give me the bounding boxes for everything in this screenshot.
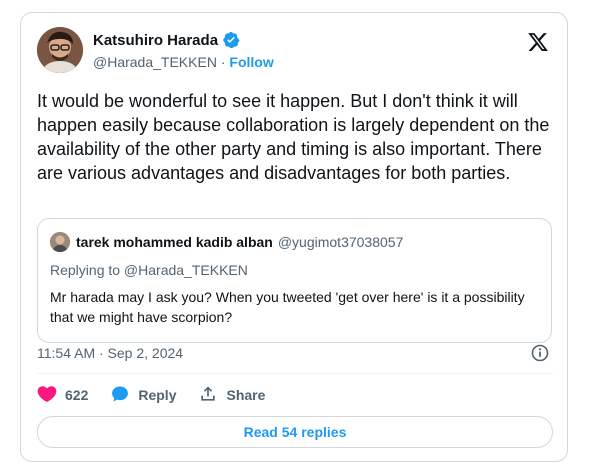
quoted-text: Mr harada may I ask you? When you tweete… <box>50 289 525 325</box>
tweet-timestamp[interactable]: 11:54 AM · Sep 2, 2024 <box>37 345 183 361</box>
reply-bubble-icon <box>110 384 138 407</box>
author-avatar[interactable] <box>37 27 83 73</box>
share-icon <box>198 384 226 407</box>
quoted-avatar <box>50 232 70 252</box>
read-replies-button[interactable]: Read 54 replies <box>37 416 553 448</box>
like-button[interactable]: 622 <box>37 384 88 407</box>
reply-label: Reply <box>138 387 177 403</box>
x-logo-icon[interactable] <box>527 31 551 55</box>
author-handle[interactable]: @Harada_TEKKEN <box>93 54 217 70</box>
author-name-row: Katsuhiro Harada <box>93 31 240 49</box>
share-button[interactable]: Share <box>198 384 265 407</box>
tweet-text: It would be wonderful to see it happen. … <box>37 91 550 183</box>
quoted-author-name: tarek mohammed kadib alban <box>76 234 273 250</box>
like-count: 622 <box>65 387 89 403</box>
quoted-author-handle: @yugimot37038057 <box>277 234 404 250</box>
verified-badge-icon <box>222 31 240 49</box>
quoted-replying-to: Replying to @Harada_TEKKEN <box>50 262 248 278</box>
tweet-header: Katsuhiro Harada @Harada_TEKKEN · Follow <box>37 27 553 77</box>
author-name[interactable]: Katsuhiro Harada <box>93 32 218 49</box>
heart-icon <box>37 384 65 407</box>
info-icon[interactable] <box>530 343 550 363</box>
share-label: Share <box>226 387 266 403</box>
tweet-card: Katsuhiro Harada @Harada_TEKKEN · Follow… <box>20 12 568 462</box>
quoted-tweet[interactable]: tarek mohammed kadib alban @yugimot37038… <box>37 218 552 343</box>
divider <box>37 373 553 374</box>
author-handle-row: @Harada_TEKKEN · Follow <box>93 54 274 70</box>
follow-button[interactable]: Follow <box>229 54 273 70</box>
quoted-header: tarek mohammed kadib alban @yugimot37038… <box>50 232 403 252</box>
action-bar: 622 Reply Share <box>37 383 287 407</box>
reply-button[interactable]: Reply <box>110 384 176 407</box>
